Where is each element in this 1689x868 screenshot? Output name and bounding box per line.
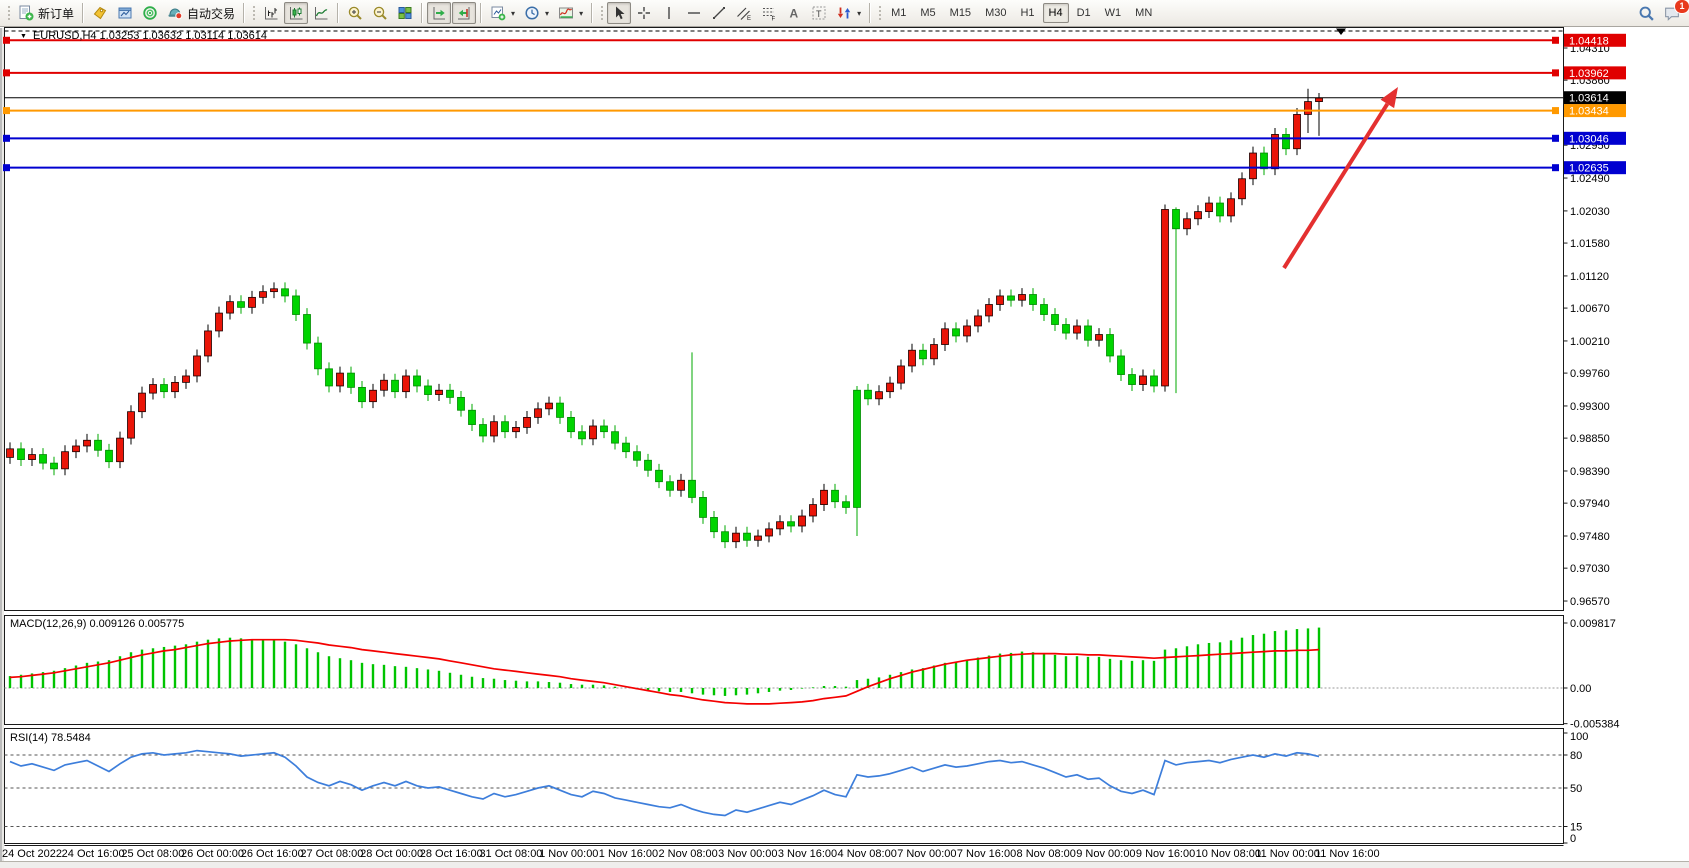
macd-axis-tick: 0.009817 — [1570, 618, 1616, 630]
x-axis-label: 3 Nov 00:00 — [718, 848, 777, 860]
x-axis-label: 24 Oct 2022 — [2, 848, 62, 860]
x-axis-label: 25 Oct 08:00 — [121, 848, 184, 860]
y-axis-tick: 0.97480 — [1570, 531, 1610, 543]
macd-indicator-label: MACD(12,26,9) 0.009126 0.005775 — [10, 618, 184, 630]
time-axis: 24 Oct 202224 Oct 16:0025 Oct 08:0026 Oc… — [2, 848, 1380, 860]
price-badge-text: 1.03046 — [1569, 133, 1609, 145]
y-axis-tick: 1.00670 — [1570, 303, 1610, 315]
price-axis: 1.043101.038601.034101.029501.024901.020… — [1564, 43, 1610, 608]
line-handle — [1552, 164, 1559, 171]
x-axis-label: 31 Oct 08:00 — [479, 848, 542, 860]
price-badge-text: 1.02635 — [1569, 163, 1609, 175]
y-axis-tick: 0.97030 — [1570, 563, 1610, 575]
x-axis-label: 11 Nov 16:00 — [1315, 848, 1380, 860]
price-badge-text: 1.04418 — [1569, 35, 1609, 47]
price-badge-text: 1.03614 — [1569, 93, 1609, 105]
x-axis-label: 7 Nov 00:00 — [897, 848, 956, 860]
price-badge-text: 1.03434 — [1569, 106, 1609, 118]
chart-context-arrow-icon[interactable]: ▼ — [20, 33, 27, 40]
x-axis-label: 10 Nov 08:00 — [1196, 848, 1261, 860]
line-handle — [3, 107, 10, 114]
y-axis-tick: 0.98390 — [1570, 466, 1610, 478]
chart-area[interactable]: 1.043101.038601.034101.029501.024901.020… — [0, 0, 1689, 868]
rsi-axis-tick: 100 — [1570, 731, 1588, 743]
x-axis-label: 26 Oct 00:00 — [181, 848, 244, 860]
line-handle — [1552, 69, 1559, 76]
x-axis-label: 1 Nov 16:00 — [599, 848, 658, 860]
y-axis-tick: 0.99760 — [1570, 368, 1610, 380]
macd-axis-tick: -0.005384 — [1570, 719, 1620, 731]
x-axis-label: 24 Oct 16:00 — [62, 848, 125, 860]
y-axis-tick: 1.02030 — [1570, 206, 1610, 218]
y-axis-tick: 1.02490 — [1570, 173, 1610, 185]
y-axis-tick: 0.96570 — [1570, 596, 1610, 608]
x-axis-label: 11 Nov 00:00 — [1255, 848, 1320, 860]
rsi-indicator-label: RSI(14) 78.5484 — [10, 732, 91, 744]
line-handle — [1552, 107, 1559, 114]
rsi-axis-tick: 80 — [1570, 750, 1582, 762]
x-axis-label: 7 Nov 16:00 — [957, 848, 1016, 860]
x-axis-label: 27 Oct 08:00 — [300, 848, 363, 860]
macd-axis-tick: 0.00 — [1570, 683, 1591, 695]
trading-app-window: 新订单 自动交易 — [0, 0, 1689, 868]
y-axis-tick: 1.00210 — [1570, 336, 1610, 348]
y-axis-tick: 0.99300 — [1570, 401, 1610, 413]
y-axis-tick: 0.97940 — [1570, 498, 1610, 510]
line-handle — [3, 135, 10, 142]
y-axis-tick: 1.01120 — [1570, 271, 1609, 283]
x-axis-label: 3 Nov 16:00 — [778, 848, 837, 860]
y-axis-tick: 0.98850 — [1570, 433, 1610, 445]
x-axis-label: 4 Nov 08:00 — [838, 848, 897, 860]
line-handle — [3, 37, 10, 44]
x-axis-label: 9 Nov 00:00 — [1076, 848, 1135, 860]
rsi-axis-tick: 50 — [1570, 783, 1582, 795]
line-handle — [3, 164, 10, 171]
rsi-axis-tick: 0 — [1570, 833, 1576, 845]
x-axis-label: 28 Oct 16:00 — [420, 848, 483, 860]
y-axis-tick: 1.01580 — [1570, 238, 1610, 250]
symbol-ohlc-text: EURUSD,H4 1.03253 1.03632 1.03114 1.0361… — [33, 30, 267, 42]
x-axis-label: 1 Nov 00:00 — [539, 848, 598, 860]
x-axis-label: 8 Nov 08:00 — [1017, 848, 1076, 860]
line-handle — [3, 69, 10, 76]
line-handle — [1552, 135, 1559, 142]
price-badge-text: 1.03962 — [1569, 68, 1609, 80]
chart-title: ▼ EURUSD,H4 1.03253 1.03632 1.03114 1.03… — [20, 30, 267, 42]
x-axis-label: 28 Oct 00:00 — [360, 848, 423, 860]
x-axis-label: 2 Nov 08:00 — [658, 848, 717, 860]
rsi-axis-tick: 15 — [1570, 822, 1582, 834]
x-axis-label: 26 Oct 16:00 — [241, 848, 304, 860]
line-handle — [1552, 37, 1559, 44]
x-axis-label: 9 Nov 16:00 — [1136, 848, 1195, 860]
